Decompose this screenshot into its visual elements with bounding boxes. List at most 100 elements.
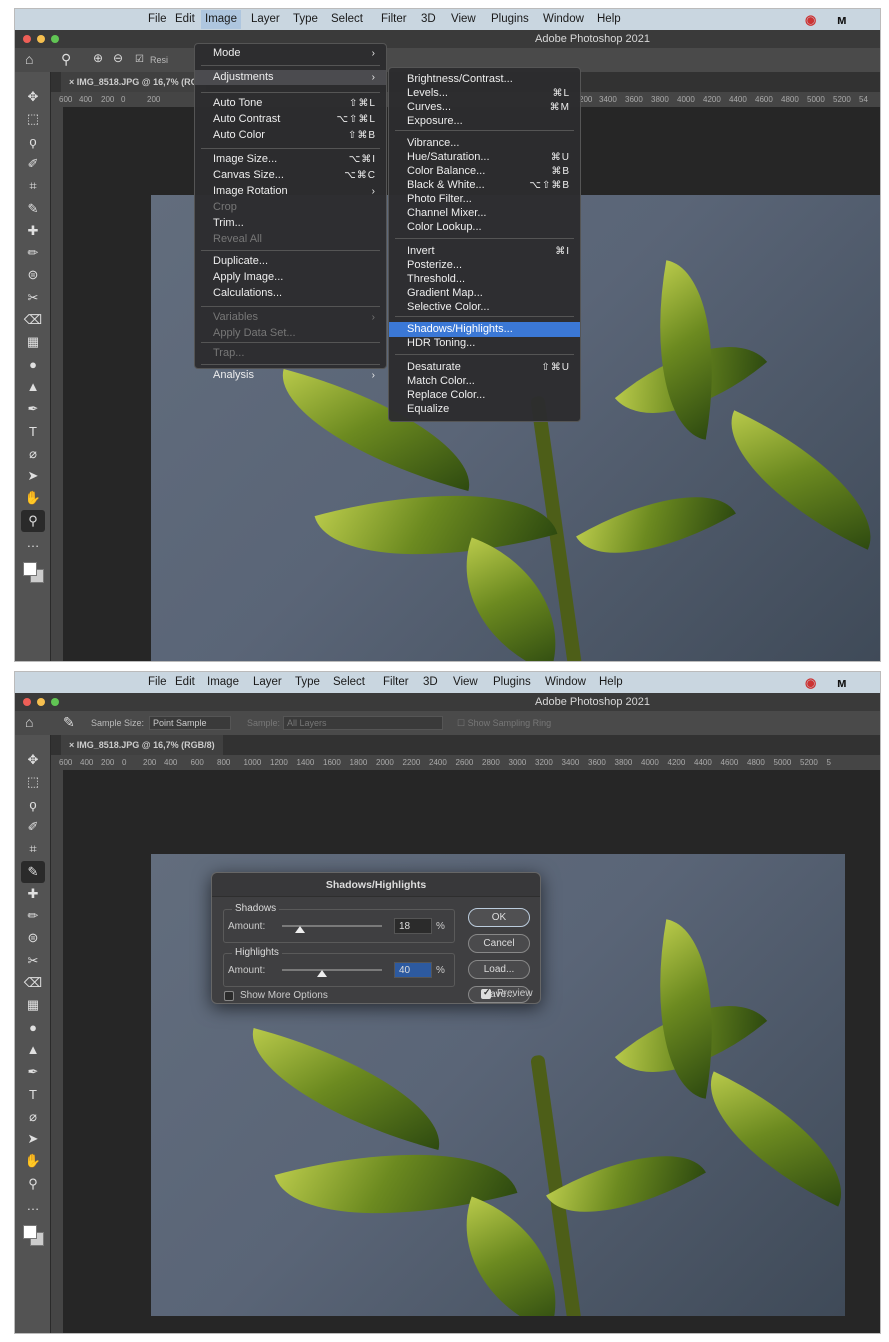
move-tool-icon[interactable]: ✥: [21, 749, 45, 771]
menu-filter[interactable]: Filter: [381, 13, 407, 25]
menu-layer[interactable]: Layer: [251, 13, 280, 25]
image-menu-item-duplicate[interactable]: Duplicate...: [195, 254, 386, 269]
adjustments-item-shadows-highlights[interactable]: Shadows/Highlights...: [389, 322, 580, 337]
close-tab-icon[interactable]: ×: [69, 77, 77, 87]
close-window-button[interactable]: [23, 698, 31, 706]
preview-checkbox[interactable]: [481, 987, 491, 999]
menu-edit[interactable]: Edit: [175, 13, 195, 25]
image-menu-item-analysis[interactable]: Analysis ›: [195, 368, 386, 383]
menu-type[interactable]: Type: [295, 676, 320, 688]
minimize-window-button[interactable]: [37, 35, 45, 43]
zoom-tool-preset-icon[interactable]: ⚲: [61, 51, 71, 68]
gradient-tool-icon[interactable]: ▦: [21, 994, 45, 1016]
menu-select[interactable]: Select: [333, 676, 365, 688]
blur-tool-icon[interactable]: ●: [21, 1017, 45, 1039]
adjustments-item-equalize[interactable]: Equalize: [389, 402, 580, 417]
menu-layer[interactable]: Layer: [253, 676, 282, 688]
cancel-button[interactable]: Cancel: [468, 934, 530, 953]
image-menu-item-adjustments[interactable]: Adjustments ›: [195, 70, 386, 85]
stamp-tool-icon[interactable]: ⊜: [21, 264, 45, 286]
adjustments-item-match-color[interactable]: Match Color...: [389, 374, 580, 389]
image-menu-item-trim[interactable]: Trim...: [195, 216, 386, 231]
more-tools-icon[interactable]: …: [21, 1195, 45, 1217]
adjustments-item-channel-mixer[interactable]: Channel Mixer...: [389, 206, 580, 221]
close-tab-icon[interactable]: ×: [69, 740, 77, 750]
home-icon[interactable]: ⌂: [25, 51, 33, 67]
eraser-tool-icon[interactable]: ⌫: [21, 309, 45, 331]
healing-brush-icon[interactable]: ✚: [21, 220, 45, 242]
menu-image[interactable]: Image: [207, 676, 239, 688]
history-brush-icon[interactable]: ✂: [21, 950, 45, 972]
move-tool-icon[interactable]: ✥: [21, 86, 45, 108]
adjustments-item-exposure[interactable]: Exposure...: [389, 114, 580, 129]
dodge-tool-icon[interactable]: ▲: [21, 1039, 45, 1061]
zoom-tool-icon[interactable]: ⚲: [21, 1173, 45, 1195]
highlights-amount-input[interactable]: 40: [394, 962, 432, 978]
adjustments-item-selective-color[interactable]: Selective Color...: [389, 300, 580, 315]
adjustments-item-posterize[interactable]: Posterize...: [389, 258, 580, 273]
adjustments-item-color-lookup[interactable]: Color Lookup...: [389, 220, 580, 235]
zoom-in-icon[interactable]: ⊕: [93, 51, 103, 65]
image-menu-item-canvas-size[interactable]: Canvas Size... ⌥⌘C: [195, 168, 386, 183]
highlights-slider-thumb[interactable]: [317, 970, 327, 977]
close-window-button[interactable]: [23, 35, 31, 43]
zoom-out-icon[interactable]: ⊖: [113, 51, 123, 65]
healing-brush-icon[interactable]: ✚: [21, 883, 45, 905]
quick-select-tool-icon[interactable]: ✐: [21, 816, 45, 838]
brush-tool-icon[interactable]: ✏: [21, 905, 45, 927]
direct-select-icon[interactable]: ➤: [21, 465, 45, 487]
adjustments-item-threshold[interactable]: Threshold...: [389, 272, 580, 287]
pen-tool-icon[interactable]: ✒: [21, 1061, 45, 1083]
gradient-tool-icon[interactable]: ▦: [21, 331, 45, 353]
adjustments-item-black-white[interactable]: Black & White... ⌥⇧⌘B: [389, 178, 580, 193]
history-brush-icon[interactable]: ✂: [21, 287, 45, 309]
load-button[interactable]: Load...: [468, 960, 530, 979]
menu-view[interactable]: View: [453, 676, 478, 688]
more-tools-icon[interactable]: …: [21, 532, 45, 554]
hand-tool-icon[interactable]: ✋: [21, 1150, 45, 1172]
marquee-tool-icon[interactable]: ⬚: [21, 771, 45, 793]
adjustments-item-hue-saturation[interactable]: Hue/Saturation... ⌘U: [389, 150, 580, 165]
document-tab[interactable]: × IMG_8518.JPG @ 16,7% (RG: [61, 72, 206, 92]
show-more-options-checkbox[interactable]: [224, 991, 234, 1001]
document-tab[interactable]: × IMG_8518.JPG @ 16,7% (RGB/8): [61, 735, 223, 755]
hand-tool-icon[interactable]: ✋: [21, 487, 45, 509]
menu-type[interactable]: Type: [293, 13, 318, 25]
highlights-amount-slider[interactable]: [282, 969, 382, 971]
menu-help[interactable]: Help: [597, 13, 621, 25]
image-menu-item-auto-color[interactable]: Auto Color ⇧⌘B: [195, 128, 386, 143]
menu-file[interactable]: File: [148, 13, 167, 25]
adjustments-item-hdr-toning[interactable]: HDR Toning...: [389, 336, 580, 351]
lasso-tool-icon[interactable]: ϙ: [21, 794, 45, 816]
adjustments-item-photo-filter[interactable]: Photo Filter...: [389, 192, 580, 207]
image-menu-item-image-size[interactable]: Image Size... ⌥⌘I: [195, 152, 386, 167]
app-status-icon[interactable]: ᴍ: [837, 675, 847, 690]
eraser-tool-icon[interactable]: ⌫: [21, 972, 45, 994]
path-select-tool-icon[interactable]: ⌀: [21, 443, 45, 465]
path-select-tool-icon[interactable]: ⌀: [21, 1106, 45, 1128]
direct-select-icon[interactable]: ➤: [21, 1128, 45, 1150]
menu-view[interactable]: View: [451, 13, 476, 25]
lasso-tool-icon[interactable]: ϙ: [21, 131, 45, 153]
sample-select[interactable]: All Layers: [283, 716, 443, 730]
adjustments-item-gradient-map[interactable]: Gradient Map...: [389, 286, 580, 301]
menu-window[interactable]: Window: [545, 676, 586, 688]
menu-plugins[interactable]: Plugins: [493, 676, 531, 688]
image-menu-item-calculations[interactable]: Calculations...: [195, 286, 386, 301]
foreground-color-swatch[interactable]: [23, 562, 37, 577]
crop-tool-icon[interactable]: ⌗: [21, 838, 45, 860]
zoom-window-button[interactable]: [51, 35, 59, 43]
menu-window[interactable]: Window: [543, 13, 584, 25]
ok-button[interactable]: OK: [468, 908, 530, 927]
menu-image[interactable]: Image: [201, 10, 241, 29]
type-tool-icon[interactable]: T: [21, 1084, 45, 1106]
menu-plugins[interactable]: Plugins: [491, 13, 529, 25]
creative-cloud-icon[interactable]: ◉: [805, 12, 816, 28]
image-menu-item-auto-tone[interactable]: Auto Tone ⇧⌘L: [195, 96, 386, 111]
menu-edit[interactable]: Edit: [175, 676, 195, 688]
creative-cloud-icon[interactable]: ◉: [805, 675, 816, 691]
adjustments-item-replace-color[interactable]: Replace Color...: [389, 388, 580, 403]
home-icon[interactable]: ⌂: [25, 714, 33, 730]
type-tool-icon[interactable]: T: [21, 421, 45, 443]
crop-tool-icon[interactable]: ⌗: [21, 175, 45, 197]
